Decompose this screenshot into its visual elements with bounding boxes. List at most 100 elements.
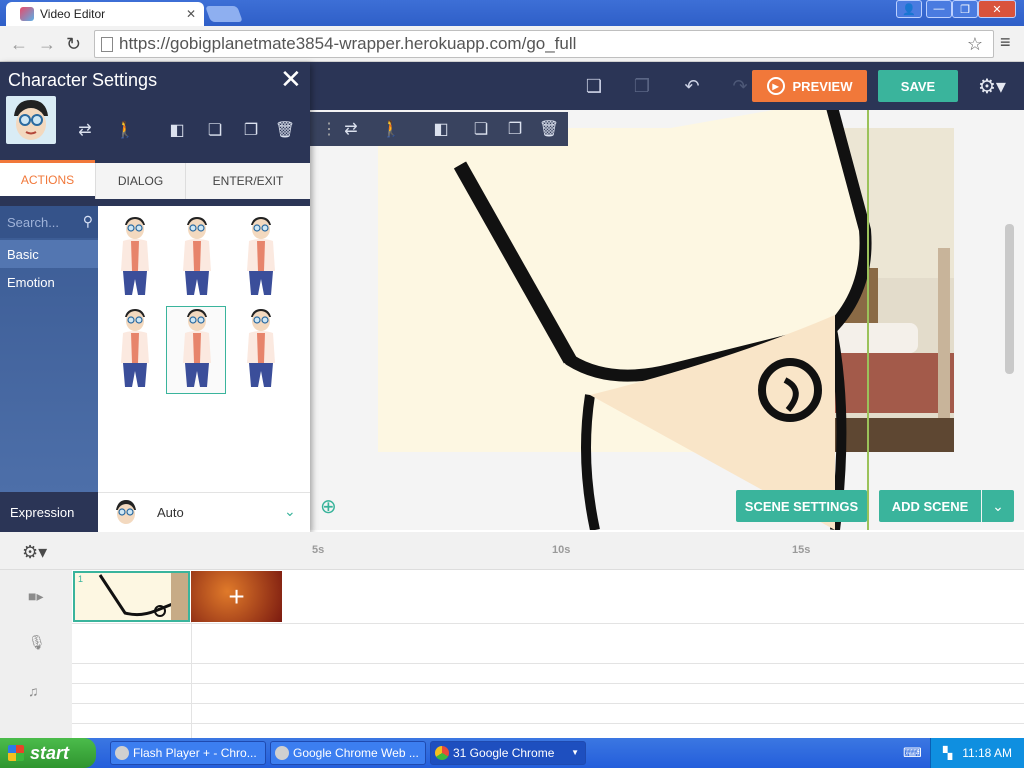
panel-title: Character Settings: [8, 70, 158, 90]
category-emotion[interactable]: Emotion: [0, 268, 98, 296]
music-note-icon: ♫: [28, 683, 39, 699]
clock[interactable]: 11:18 AM: [962, 746, 1012, 760]
reload-icon[interactable]: ↻: [66, 34, 81, 55]
voice-track[interactable]: [72, 624, 1024, 664]
zoom-in-icon[interactable]: ⊕: [320, 494, 344, 518]
undo-icon[interactable]: ↶: [678, 72, 706, 100]
expression-select-value[interactable]: Auto: [157, 505, 184, 520]
start-label: start: [30, 742, 70, 763]
action-search-input[interactable]: Search... ⚲: [0, 206, 98, 238]
action-pose-grid: [98, 206, 310, 492]
preview-label: PREVIEW: [792, 78, 853, 94]
pose-thumbnail[interactable]: [104, 306, 164, 394]
stage-scrollbar-thumb[interactable]: [1005, 224, 1014, 374]
chevron-down-icon[interactable]: ▼: [571, 748, 579, 757]
pose-thumbnail[interactable]: [230, 214, 290, 302]
chevron-down-icon[interactable]: ⌄: [284, 503, 296, 520]
tab-actions[interactable]: ACTIONS: [0, 160, 95, 196]
settings-gear-icon[interactable]: ⚙▾: [978, 74, 1006, 99]
minimize-button[interactable]: —: [926, 0, 952, 18]
taskbar-item-label: 31 Google Chrome: [453, 746, 555, 760]
character-face-icon: [14, 100, 48, 140]
search-placeholder: Search...: [7, 214, 60, 230]
add-clip-button[interactable]: +: [191, 571, 282, 622]
microphone-icon: 🎙: [28, 634, 46, 650]
search-icon[interactable]: ⚲: [83, 213, 93, 230]
copy-icon[interactable]: ❏: [580, 72, 608, 100]
swap-character-icon[interactable]: ⇄: [338, 116, 364, 142]
close-tab-icon[interactable]: ✕: [186, 7, 196, 21]
taskbar-item[interactable]: Flash Player + - Chro...: [110, 741, 266, 765]
windows-flag-icon: [8, 745, 24, 761]
app-icon: [115, 746, 129, 760]
ruler-tick-label: 5s: [312, 544, 325, 556]
add-scene-button[interactable]: ADD SCENE: [879, 490, 981, 522]
clip-number: 1: [78, 574, 84, 584]
delete-icon[interactable]: 🗑: [272, 117, 298, 143]
keyboard-icon[interactable]: ⌨: [903, 745, 922, 761]
track-row[interactable]: [72, 664, 1024, 684]
swap-character-icon[interactable]: ⇄: [72, 117, 98, 143]
category-basic[interactable]: Basic: [0, 240, 98, 268]
track-row[interactable]: [72, 704, 1024, 724]
timeline-settings-gear-icon[interactable]: ⚙▾: [22, 542, 47, 563]
profile-icon[interactable]: 👤: [896, 0, 922, 18]
timeline-ruler[interactable]: [0, 532, 1024, 570]
page-icon: [101, 37, 113, 52]
flip-icon[interactable]: ◧: [428, 116, 454, 142]
scene-clip[interactable]: 1: [73, 571, 190, 622]
address-bar-row: ← → ↻ https://gobigplanetmate3854-wrappe…: [0, 26, 1024, 62]
network-icon[interactable]: ▚: [943, 746, 952, 760]
pose-thumbnail-selected[interactable]: [166, 306, 226, 394]
walk-motion-icon[interactable]: 🚶: [112, 117, 138, 143]
playhead-line[interactable]: [867, 110, 869, 530]
timeline-divider: [191, 622, 192, 738]
back-icon[interactable]: ←: [10, 34, 28, 55]
forward-icon[interactable]: →: [38, 34, 56, 55]
chrome-icon: [435, 746, 449, 760]
redo-icon[interactable]: ↷: [726, 72, 754, 100]
taskbar-item-label: Flash Player + - Chro...: [133, 746, 257, 760]
save-button[interactable]: SAVE: [878, 70, 958, 102]
start-button[interactable]: start: [0, 738, 96, 768]
url-field[interactable]: https://gobigplanetmate3854-wrapper.hero…: [94, 30, 994, 58]
ruler-tick-label: 15s: [792, 544, 811, 556]
pose-thumbnail[interactable]: [104, 214, 164, 302]
taskbar-item[interactable]: Google Chrome Web ...: [270, 741, 426, 765]
scene-clip-thumbnail: [98, 572, 188, 620]
restore-button[interactable]: ❐: [952, 0, 978, 18]
close-window-button[interactable]: ✕: [978, 0, 1016, 18]
send-backward-icon[interactable]: ❐: [238, 117, 264, 143]
bring-forward-icon[interactable]: ❏: [468, 116, 494, 142]
send-backward-icon[interactable]: ❐: [502, 116, 528, 142]
character-head-closeup: [453, 110, 872, 530]
scene-settings-button[interactable]: SCENE SETTINGS: [736, 490, 867, 522]
browser-tab[interactable]: Video Editor ✕: [6, 2, 204, 26]
taskbar-item-label: Google Chrome Web ...: [293, 746, 419, 760]
bring-forward-icon[interactable]: ❏: [202, 117, 228, 143]
browser-menu-icon[interactable]: ≡: [1000, 32, 1011, 53]
url-text: https://gobigplanetmate3854-wrapper.hero…: [119, 34, 577, 53]
play-icon: ▶: [766, 77, 785, 95]
delete-icon[interactable]: 🗑: [536, 116, 562, 142]
add-scene-dropdown-chevron-icon[interactable]: ⌄: [982, 490, 1014, 522]
close-panel-icon[interactable]: ✕: [280, 64, 302, 95]
character-avatar[interactable]: [6, 96, 56, 144]
stage-canvas[interactable]: [310, 110, 1024, 530]
tab-enter-exit[interactable]: ENTER/EXIT: [185, 163, 310, 199]
tab-title: Video Editor: [40, 7, 106, 21]
preview-button[interactable]: ▶ PREVIEW: [752, 70, 867, 102]
character-toolbar-floating: ⋮ ⇄ 🚶 ◧ ❏ ❐ 🗑: [310, 112, 568, 146]
expression-face-icon: [116, 500, 136, 524]
tab-dialog[interactable]: DIALOG: [95, 163, 185, 199]
paste-icon[interactable]: ❐: [628, 72, 656, 100]
track-row[interactable]: [72, 684, 1024, 704]
pose-thumbnail[interactable]: [166, 214, 226, 302]
taskbar-item-active[interactable]: 31 Google Chrome ▼: [430, 741, 586, 765]
flip-icon[interactable]: ◧: [164, 117, 190, 143]
walk-motion-icon[interactable]: 🚶: [378, 116, 404, 142]
pose-thumbnail[interactable]: [230, 306, 290, 394]
new-tab-button[interactable]: [205, 6, 243, 22]
system-tray: ▚ 11:18 AM: [930, 738, 1024, 768]
bookmark-star-icon[interactable]: ☆: [967, 34, 983, 55]
